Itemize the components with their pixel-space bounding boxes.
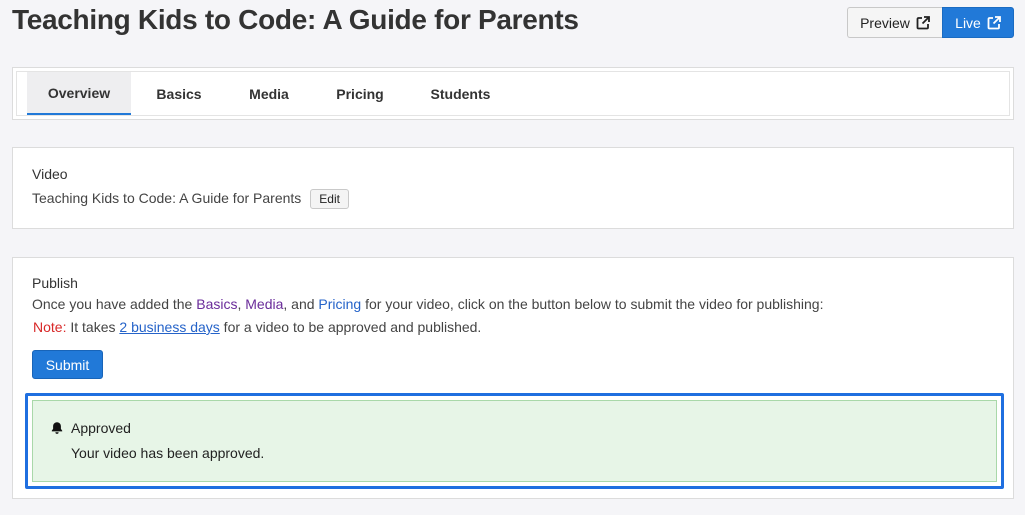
basics-link[interactable]: Basics: [196, 296, 237, 312]
note-prefix: It takes: [66, 319, 120, 335]
approval-highlight: Approved Your video has been approved.: [25, 393, 1004, 489]
tab-basics[interactable]: Basics: [131, 72, 227, 115]
instructions-suffix: for your video, click on the button belo…: [361, 296, 824, 312]
alert-message: Your video has been approved.: [71, 445, 265, 461]
approval-alert: Approved Your video has been approved.: [32, 400, 997, 482]
tabs-panel: Overview Basics Media Pricing Students: [12, 67, 1014, 120]
view-button-group: Preview Live: [847, 7, 1014, 38]
note-suffix: for a video to be approved and published…: [219, 319, 482, 335]
preview-label: Preview: [860, 14, 910, 31]
pricing-link[interactable]: Pricing: [318, 296, 361, 312]
tab-bar: Overview Basics Media Pricing Students: [16, 71, 1010, 116]
page-title: Teaching Kids to Code: A Guide for Paren…: [12, 4, 579, 35]
alert-title: Approved: [71, 420, 131, 436]
external-link-icon: [916, 15, 930, 30]
submit-button[interactable]: Submit: [32, 350, 103, 379]
tab-students[interactable]: Students: [409, 72, 512, 115]
publish-instructions: Once you have added the Basics, Media, a…: [32, 296, 823, 312]
media-link[interactable]: Media: [245, 296, 283, 312]
video-section-label: Video: [32, 166, 68, 182]
business-days-link[interactable]: 2 business days: [119, 319, 219, 335]
video-name: Teaching Kids to Code: A Guide for Paren…: [32, 190, 302, 207]
tab-pricing[interactable]: Pricing: [311, 72, 409, 115]
video-panel: Video Teaching Kids to Code: A Guide for…: [12, 147, 1014, 229]
instructions-sep2: , and: [283, 296, 319, 312]
external-link-icon: [987, 15, 1001, 30]
edit-button[interactable]: Edit: [310, 189, 349, 209]
preview-button[interactable]: Preview: [847, 7, 942, 38]
bell-icon: [50, 421, 64, 435]
instructions-prefix: Once you have added the: [32, 296, 197, 312]
live-label: Live: [955, 14, 981, 31]
tab-media[interactable]: Media: [227, 72, 311, 115]
live-button[interactable]: Live: [942, 7, 1014, 38]
publish-note: Note: It takes 2 business days for a vid…: [33, 319, 481, 335]
publish-section-label: Publish: [32, 275, 78, 291]
note-label: Note:: [33, 319, 67, 335]
publish-panel: Publish Once you have added the Basics, …: [12, 257, 1014, 499]
video-name-row: Teaching Kids to Code: A Guide for Paren…: [32, 189, 349, 209]
tab-overview[interactable]: Overview: [27, 72, 131, 115]
